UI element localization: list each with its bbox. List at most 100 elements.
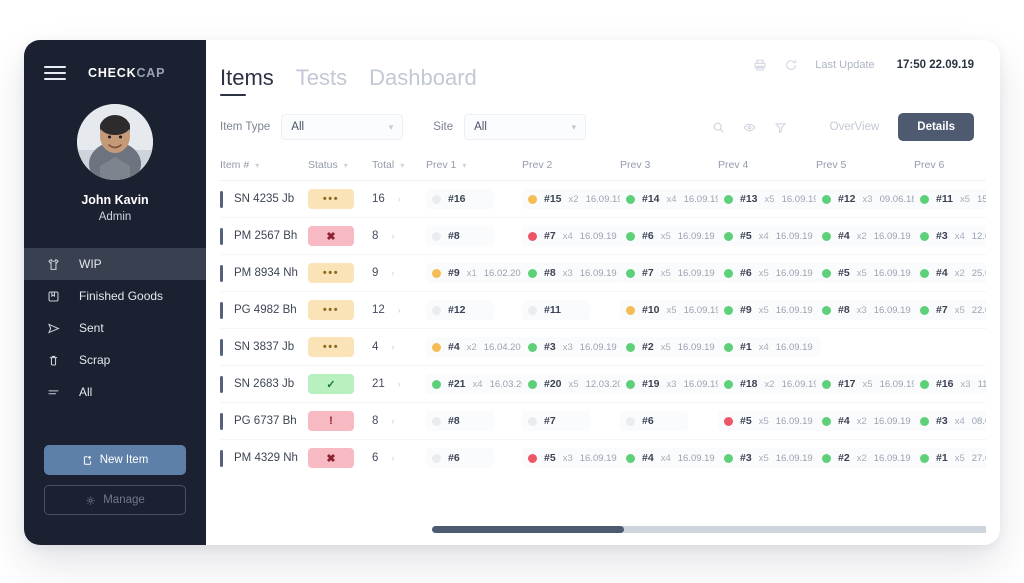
prev-chip[interactable]: #19 x3 16.09.19 bbox=[620, 374, 729, 394]
prev-chip[interactable]: #8 bbox=[426, 411, 494, 431]
status-badge[interactable]: ••• bbox=[308, 300, 354, 320]
new-item-button[interactable]: New Item bbox=[44, 445, 186, 475]
status-badge[interactable]: ! bbox=[308, 411, 354, 431]
prev-chip[interactable]: #4 x2 16.04.20 bbox=[426, 337, 529, 357]
prev-chip[interactable]: #1 x4 16.09.19 bbox=[718, 337, 821, 357]
prev-chip[interactable]: #6 x5 16.09.19 bbox=[718, 263, 821, 283]
chevron-right-icon[interactable]: › bbox=[398, 194, 401, 204]
col-prev3[interactable]: Prev 3 bbox=[620, 152, 718, 181]
scrollbar-thumb[interactable] bbox=[432, 526, 624, 533]
prev-chip[interactable]: #5 x4 16.09.19 bbox=[718, 226, 821, 246]
prev-chip[interactable]: #12 x3 09.06.18 bbox=[816, 189, 925, 209]
prev-chip[interactable]: #11 x5 15.06.19 bbox=[914, 189, 986, 209]
prev-chip[interactable]: #3 x5 16.09.19 bbox=[718, 448, 821, 469]
prev-chip[interactable]: #9 x5 16.09.19 bbox=[718, 300, 821, 320]
filter-icon[interactable] bbox=[774, 121, 787, 134]
details-button[interactable]: Details bbox=[898, 113, 974, 141]
prev-chip[interactable]: #10 x5 16.09.19 bbox=[620, 300, 729, 320]
prev-chip[interactable]: #6 bbox=[426, 448, 494, 469]
status-badge[interactable]: ••• bbox=[308, 263, 354, 283]
prev-chip[interactable]: #16 x3 11.11.19 bbox=[914, 374, 986, 394]
search-icon[interactable] bbox=[712, 121, 725, 134]
chevron-right-icon[interactable]: › bbox=[391, 268, 394, 278]
sidebar-item-wip[interactable]: WIP bbox=[24, 248, 206, 280]
prev-chip[interactable]: #17 x5 16.09.19 bbox=[816, 374, 925, 394]
prev-chip[interactable]: #2 x2 16.09.19 bbox=[816, 448, 919, 469]
prev-chip[interactable]: #4 x2 25.08.19 bbox=[914, 263, 986, 283]
site-select[interactable]: All ▾ bbox=[464, 114, 587, 140]
prev-chip[interactable]: #5 x5 16.09.19 bbox=[816, 263, 919, 283]
tab-tests[interactable]: Tests bbox=[296, 65, 347, 96]
prev-chip[interactable]: #5 x5 16.09.19 bbox=[718, 411, 821, 431]
table-row[interactable]: PM 4329 Nh ✖ 6 › #6 #5 x3 16.09.19 #4 x4 16.09.19 #… bbox=[220, 440, 986, 477]
prev-chip[interactable]: #1 x5 27.09.19 bbox=[914, 448, 986, 469]
table-row[interactable]: PM 2567 Bh ✖ 8 › #8 #7 x4 16.09.19 #6 x5 16.09.19 #… bbox=[220, 217, 986, 255]
col-total[interactable]: Total ▾ bbox=[372, 152, 426, 181]
status-badge[interactable]: ••• bbox=[308, 189, 354, 209]
prev-chip[interactable]: #6 bbox=[620, 411, 688, 431]
prev-chip[interactable]: #8 x3 16.09.19 bbox=[816, 300, 919, 320]
tab-dashboard[interactable]: Dashboard bbox=[369, 65, 477, 96]
prev-chip[interactable]: #12 bbox=[426, 300, 494, 320]
printer-icon[interactable] bbox=[753, 58, 767, 72]
col-item[interactable]: Item # ▾ bbox=[220, 152, 308, 181]
prev-chip[interactable]: #16 bbox=[426, 189, 494, 209]
prev-chip[interactable]: #6 x5 16.09.19 bbox=[620, 226, 723, 246]
horizontal-scrollbar[interactable] bbox=[432, 526, 986, 533]
prev-chip[interactable]: #8 x3 16.09.19 bbox=[522, 263, 625, 283]
prev-chip[interactable]: #2 x5 16.09.19 bbox=[620, 337, 723, 357]
table-row[interactable]: PG 4982 Bh ••• 12 › #12 #11 #10 x5 16.09.19 #9 x5 1… bbox=[220, 291, 986, 329]
table-row[interactable]: PM 8934 Nh ••• 9 › #9 x1 16.02.20 #8 x3 16.09.19 #… bbox=[220, 254, 986, 292]
prev-chip[interactable]: #5 x3 16.09.19 bbox=[522, 448, 625, 469]
table-row[interactable]: SN 2683 Jb ✓ 21 › #21 x4 16.03.20 #20 x5 12.03.20… bbox=[220, 365, 986, 403]
prev-chip[interactable]: #15 x2 16.09.19 bbox=[522, 189, 631, 209]
sidebar-item-finished-goods[interactable]: Finished Goods bbox=[24, 280, 206, 312]
status-badge[interactable]: ••• bbox=[308, 337, 354, 357]
col-prev2[interactable]: Prev 2 bbox=[522, 152, 620, 181]
chevron-right-icon[interactable]: › bbox=[398, 379, 401, 389]
col-prev5[interactable]: Prev 5 bbox=[816, 152, 914, 181]
prev-chip[interactable]: #7 x5 22.02.19 bbox=[914, 300, 986, 320]
col-prev6[interactable]: Prev 6› bbox=[914, 152, 986, 181]
prev-chip[interactable]: #11 bbox=[522, 300, 590, 320]
prev-chip[interactable]: #4 x2 16.09.19 bbox=[816, 411, 919, 431]
col-prev1[interactable]: Prev 1 ▾ bbox=[426, 152, 522, 181]
prev-chip[interactable]: #4 x4 16.09.19 bbox=[620, 448, 723, 469]
col-prev4[interactable]: Prev 4 bbox=[718, 152, 816, 181]
prev-chip[interactable]: #13 x5 16.09.19 bbox=[718, 189, 827, 209]
prev-chip[interactable]: #7 x5 16.09.19 bbox=[620, 263, 723, 283]
chevron-right-icon[interactable]: › bbox=[391, 453, 394, 463]
table-row[interactable]: SN 4235 Jb ••• 16 › #16 #15 x2 16.09.19 #14 x4 16.… bbox=[220, 180, 986, 218]
status-badge[interactable]: ✖ bbox=[308, 448, 354, 469]
hamburger-icon[interactable] bbox=[44, 65, 66, 81]
chevron-right-icon[interactable]: › bbox=[391, 231, 394, 241]
overview-button[interactable]: OverView bbox=[811, 113, 899, 141]
col-status[interactable]: Status ▾ bbox=[308, 152, 372, 181]
status-badge[interactable]: ✖ bbox=[308, 226, 354, 246]
prev-chip[interactable]: #20 x5 12.03.20 bbox=[522, 374, 631, 394]
status-badge[interactable]: ✓ bbox=[308, 374, 354, 394]
chevron-right-icon[interactable]: › bbox=[391, 416, 394, 426]
table-row[interactable]: SN 3837 Jb ••• 4 › #4 x2 16.04.20 #3 x3 16.09.19 #… bbox=[220, 328, 986, 366]
table-row[interactable]: PG 6737 Bh! 8 › #8 #7 #6 #5 x5 16.09.19 #4 x2 16.09… bbox=[220, 402, 986, 440]
chevron-right-icon[interactable]: › bbox=[391, 342, 394, 352]
chevron-right-icon[interactable]: › bbox=[398, 305, 401, 315]
prev-chip[interactable]: #7 x4 16.09.19 bbox=[522, 226, 625, 246]
sidebar-item-scrap[interactable]: Scrap bbox=[24, 344, 206, 376]
manage-button[interactable]: Manage bbox=[44, 485, 186, 515]
prev-chip[interactable]: #14 x4 16.09.19 bbox=[620, 189, 729, 209]
prev-chip[interactable]: #21 x4 16.03.20 bbox=[426, 374, 535, 394]
item-type-select[interactable]: All ▾ bbox=[281, 114, 404, 140]
sidebar-item-sent[interactable]: Sent bbox=[24, 312, 206, 344]
prev-chip[interactable]: #3 x4 12.09.19 bbox=[914, 226, 986, 246]
eye-icon[interactable] bbox=[743, 121, 756, 134]
avatar[interactable] bbox=[77, 104, 153, 180]
prev-chip[interactable]: #9 x1 16.02.20 bbox=[426, 263, 529, 283]
prev-chip[interactable]: #3 x4 08.09.19 bbox=[914, 411, 986, 431]
prev-chip[interactable]: #18 x2 16.09.19 bbox=[718, 374, 827, 394]
tab-items[interactable]: Items bbox=[220, 65, 274, 96]
prev-chip[interactable]: #4 x2 16.09.19 bbox=[816, 226, 919, 246]
prev-chip[interactable]: #3 x3 16.09.19 bbox=[522, 337, 625, 357]
prev-chip[interactable]: #7 bbox=[522, 411, 590, 431]
sidebar-item-all[interactable]: All bbox=[24, 376, 206, 408]
